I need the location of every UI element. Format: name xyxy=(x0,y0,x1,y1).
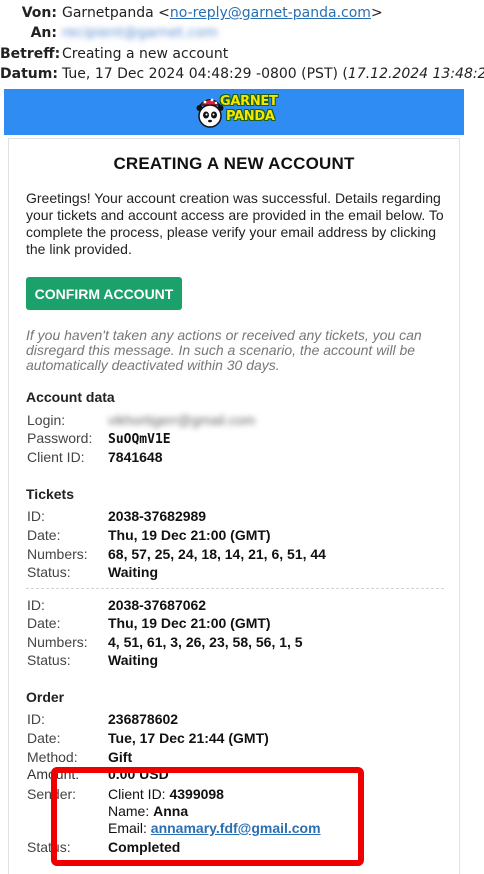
password-label: Password: xyxy=(27,430,93,446)
subject-value: Creating a new account xyxy=(62,46,229,62)
sender-name-label: Name: xyxy=(108,803,150,819)
date-local: 17.12.2024 13:48:29 xyxy=(347,66,484,82)
logo-line-2: PANDA xyxy=(226,109,275,124)
ticket-id-label: ID: xyxy=(27,508,45,524)
client-id-row: Client ID: 7841648 xyxy=(27,448,163,466)
order-method-label: Method: xyxy=(27,749,78,765)
ticket-2-status-row: Status: Waiting xyxy=(27,651,158,669)
sender-client-id-value: 4399098 xyxy=(169,786,224,802)
order-id-value: 236878602 xyxy=(108,711,179,727)
order-amount-row: Amount: 0.00 USD xyxy=(27,765,169,783)
from-label: Von: xyxy=(21,5,57,21)
ticket-1-status-row: Status: Waiting xyxy=(27,563,158,581)
order-id-row: ID: 236878602 xyxy=(27,710,178,728)
order-status-label: Status: xyxy=(27,839,71,855)
date-value: Tue, 17 Dec 2024 04:48:29 -0800 (PST) xyxy=(62,66,338,82)
ticket-id-value: 2038-37687062 xyxy=(108,597,207,613)
ticket-status-value: Waiting xyxy=(108,564,159,580)
order-sender-row: Sender: xyxy=(27,785,108,803)
from-row: Von: Garnetpanda <no-reply@garnet-panda.c… xyxy=(0,3,383,23)
password-row: Password: SuOQmV1E xyxy=(27,429,171,447)
order-method-value: Gift xyxy=(108,749,133,765)
ticket-divider xyxy=(26,588,444,589)
ticket-status-value: Waiting xyxy=(108,652,159,668)
sender-email: Email: annamary.fdf@gmail.com xyxy=(108,820,321,837)
ticket-1-id-row: ID: 2038-37682989 xyxy=(27,507,206,525)
sender-email-label: Email: xyxy=(108,820,147,836)
date-row: Datum: Tue, 17 Dec 2024 04:48:29 -0800 (P… xyxy=(0,64,484,84)
sender-client-id: Client ID: 4399098 xyxy=(108,786,224,803)
subject-row: Betreff: Creating a new account xyxy=(0,44,228,64)
tickets-heading: Tickets xyxy=(26,486,74,502)
to-label: An: xyxy=(30,25,57,41)
order-date-row: Date: Tue, 17 Dec 21:44 (GMT) xyxy=(27,729,269,747)
ticket-id-label: ID: xyxy=(27,597,45,613)
email-header: Von: Garnetpanda <no-reply@garnet-panda.c… xyxy=(0,0,484,88)
order-status-row: Status: Completed xyxy=(27,838,180,856)
logo-line-1: GARNET xyxy=(220,94,278,109)
ticket-1-date-row: Date: Thu, 19 Dec 21:00 (GMT) xyxy=(27,526,271,544)
sender-client-id-label: Client ID: xyxy=(108,786,166,802)
ticket-2-id-row: ID: 2038-37687062 xyxy=(27,596,206,614)
order-heading: Order xyxy=(26,689,65,705)
email-title: CREATING A NEW ACCOUNT xyxy=(113,154,355,173)
ticket-date-label: Date: xyxy=(27,527,61,543)
date-label: Datum: xyxy=(0,66,58,82)
order-method-row: Method: Gift xyxy=(27,748,132,766)
password-value: SuOQmV1E xyxy=(108,432,171,447)
order-id-label: ID: xyxy=(27,711,45,727)
ticket-numbers-value: 68, 57, 25, 24, 18, 14, 21, 6, 51, 44 xyxy=(108,546,326,562)
ticket-2-date-row: Date: Thu, 19 Dec 21:00 (GMT) xyxy=(27,614,271,632)
order-date-label: Date: xyxy=(27,730,61,746)
client-id-label: Client ID: xyxy=(27,449,85,465)
login-label: Login: xyxy=(27,412,66,428)
to-email-blurred[interactable]: recipient@garnet.com xyxy=(62,25,218,41)
garnet-panda-logo: GARNET PANDA xyxy=(196,92,278,132)
order-amount-label: Amount: xyxy=(27,766,80,782)
order-status-value: Completed xyxy=(108,839,181,855)
order-amount-value: 0.00 USD xyxy=(108,766,169,782)
ticket-numbers-label: Numbers: xyxy=(27,634,88,650)
ticket-id-value: 2038-37682989 xyxy=(108,508,207,524)
ticket-status-label: Status: xyxy=(27,564,71,580)
ticket-1-numbers-row: Numbers: 68, 57, 25, 24, 18, 14, 21, 6, 5… xyxy=(27,545,326,563)
notice-text: If you haven't taken any actions or rece… xyxy=(26,327,422,373)
ticket-date-value: Thu, 19 Dec 21:00 (GMT) xyxy=(108,527,271,543)
from-email-link[interactable]: no-reply@garnet-panda.com xyxy=(170,5,371,21)
ticket-numbers-label: Numbers: xyxy=(27,546,88,562)
login-value-blurred: vikhortigerr@gmail.com xyxy=(108,412,256,428)
order-date-value: Tue, 17 Dec 21:44 (GMT) xyxy=(108,730,269,746)
client-id-value: 7841648 xyxy=(108,449,163,465)
ticket-2-numbers-row: Numbers: 4, 51, 61, 3, 26, 23, 58, 56, 1,… xyxy=(27,633,303,651)
login-row: Login: vikhortigerr@gmail.com xyxy=(27,411,255,429)
ticket-date-label: Date: xyxy=(27,615,61,631)
ticket-status-label: Status: xyxy=(27,652,71,668)
logo-wordmark: GARNET PANDA xyxy=(220,94,278,124)
confirm-account-button[interactable]: CONFIRM ACCOUNT xyxy=(26,277,182,310)
sender-name: Name: Anna xyxy=(108,803,188,820)
account-heading: Account data xyxy=(26,389,115,405)
intro-text: Greetings! Your account creation was suc… xyxy=(26,190,444,257)
ticket-date-value: Thu, 19 Dec 21:00 (GMT) xyxy=(108,615,271,631)
ticket-numbers-value: 4, 51, 61, 3, 26, 23, 58, 56, 1, 5 xyxy=(108,634,303,650)
order-sender-label: Sender: xyxy=(27,786,77,802)
sender-email-link[interactable]: annamary.fdf@gmail.com xyxy=(151,820,321,836)
to-row: An: recipient@garnet.com xyxy=(0,23,218,43)
sender-name-value: Anna xyxy=(153,803,189,819)
from-name: Garnetpanda xyxy=(62,5,154,21)
subject-label: Betreff: xyxy=(0,46,61,62)
